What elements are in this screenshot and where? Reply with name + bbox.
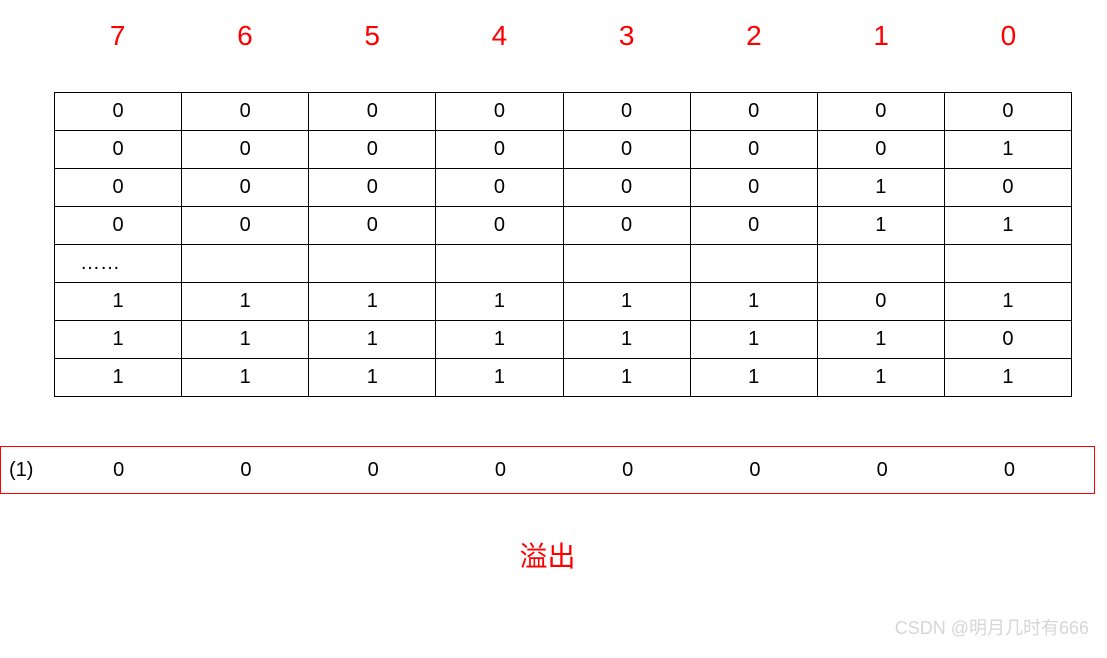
- cell: 0: [436, 207, 563, 245]
- cell: [944, 245, 1071, 283]
- cell: 1: [817, 207, 944, 245]
- binary-table: 0 0 0 0 0 0 0 0 0 0 0 0 0 0 0 1 0 0 0 0 …: [54, 92, 1072, 397]
- bit-index-1: 1: [818, 20, 945, 52]
- cell: 0: [563, 131, 690, 169]
- cell: 1: [817, 359, 944, 397]
- cell: 1: [182, 321, 309, 359]
- bit-index-7: 7: [54, 20, 181, 52]
- cell: 0: [944, 321, 1071, 359]
- ellipsis-cell: ……: [55, 245, 182, 283]
- cell: 1: [817, 321, 944, 359]
- cell: 0: [55, 131, 182, 169]
- overflow-caption: 溢出: [0, 535, 1095, 575]
- cell: 1: [817, 169, 944, 207]
- table-row: 0 0 0 0 0 0 0 0: [55, 93, 1072, 131]
- cell: 0: [182, 93, 309, 131]
- cell: 1: [690, 321, 817, 359]
- overflow-row: (1) 0 0 0 0 0 0 0 0: [0, 446, 1095, 494]
- cell: 0: [563, 207, 690, 245]
- cell: 1: [55, 321, 182, 359]
- overflow-cells: 0 0 0 0 0 0 0 0: [55, 459, 1073, 482]
- cell: 0: [182, 169, 309, 207]
- cell: 1: [182, 359, 309, 397]
- cell: 1: [563, 359, 690, 397]
- cell: 1: [944, 207, 1071, 245]
- cell: 0: [182, 207, 309, 245]
- cell: 0: [944, 169, 1071, 207]
- cell: 0: [690, 131, 817, 169]
- cell: 0: [690, 169, 817, 207]
- table-row: 0 0 0 0 0 0 1 1: [55, 207, 1072, 245]
- cell: [436, 245, 563, 283]
- cell: 0: [55, 93, 182, 131]
- cell: 1: [563, 283, 690, 321]
- cell: 0: [55, 169, 182, 207]
- overflow-cell: 0: [55, 459, 182, 482]
- cell: 0: [55, 207, 182, 245]
- cell: 1: [55, 283, 182, 321]
- bit-index-6: 6: [181, 20, 308, 52]
- cell: 0: [817, 283, 944, 321]
- cell: [309, 245, 436, 283]
- table-row: 0 0 0 0 0 0 0 1: [55, 131, 1072, 169]
- table-row: 1 1 1 1 1 1 1 0: [55, 321, 1072, 359]
- cell: 0: [690, 207, 817, 245]
- cell: 0: [182, 131, 309, 169]
- overflow-cell: 0: [819, 459, 946, 482]
- bit-index-4: 4: [436, 20, 563, 52]
- cell: 1: [309, 321, 436, 359]
- overflow-cell: 0: [564, 459, 691, 482]
- cell: 0: [309, 93, 436, 131]
- overflow-cell: 0: [310, 459, 437, 482]
- cell: [182, 245, 309, 283]
- cell: 1: [436, 359, 563, 397]
- cell: 1: [944, 359, 1071, 397]
- cell: 0: [563, 93, 690, 131]
- cell: 0: [309, 207, 436, 245]
- table-row: 0 0 0 0 0 0 1 0: [55, 169, 1072, 207]
- ellipsis-row: ……: [55, 245, 1072, 283]
- cell: 1: [690, 283, 817, 321]
- bit-index-2: 2: [690, 20, 817, 52]
- table-row: 1 1 1 1 1 1 1 1: [55, 359, 1072, 397]
- cell: 1: [563, 321, 690, 359]
- cell: 1: [436, 321, 563, 359]
- cell: [817, 245, 944, 283]
- cell: 0: [690, 93, 817, 131]
- cell: 0: [436, 93, 563, 131]
- watermark: CSDN @明月几时有666: [895, 614, 1089, 640]
- overflow-cell: 0: [437, 459, 564, 482]
- cell: 1: [182, 283, 309, 321]
- overflow-cell: 0: [182, 459, 309, 482]
- cell: 1: [436, 283, 563, 321]
- cell: 1: [944, 283, 1071, 321]
- bit-index-3: 3: [563, 20, 690, 52]
- cell: 1: [309, 283, 436, 321]
- cell: 0: [563, 169, 690, 207]
- cell: 1: [309, 359, 436, 397]
- cell: 0: [309, 169, 436, 207]
- cell: 0: [309, 131, 436, 169]
- table-row: 1 1 1 1 1 1 0 1: [55, 283, 1072, 321]
- cell: [690, 245, 817, 283]
- overflow-cell: 0: [691, 459, 818, 482]
- cell: 0: [436, 131, 563, 169]
- cell: 1: [944, 131, 1071, 169]
- cell: 0: [817, 131, 944, 169]
- cell: 0: [817, 93, 944, 131]
- cell: 0: [944, 93, 1071, 131]
- bit-index-0: 0: [945, 20, 1072, 52]
- cell: [563, 245, 690, 283]
- overflow-carry-prefix: (1): [9, 459, 33, 482]
- overflow-cell: 0: [946, 459, 1073, 482]
- cell: 0: [436, 169, 563, 207]
- cell: 1: [55, 359, 182, 397]
- cell: 1: [690, 359, 817, 397]
- bit-index-header: 7 6 5 4 3 2 1 0: [54, 20, 1072, 52]
- bit-index-5: 5: [309, 20, 436, 52]
